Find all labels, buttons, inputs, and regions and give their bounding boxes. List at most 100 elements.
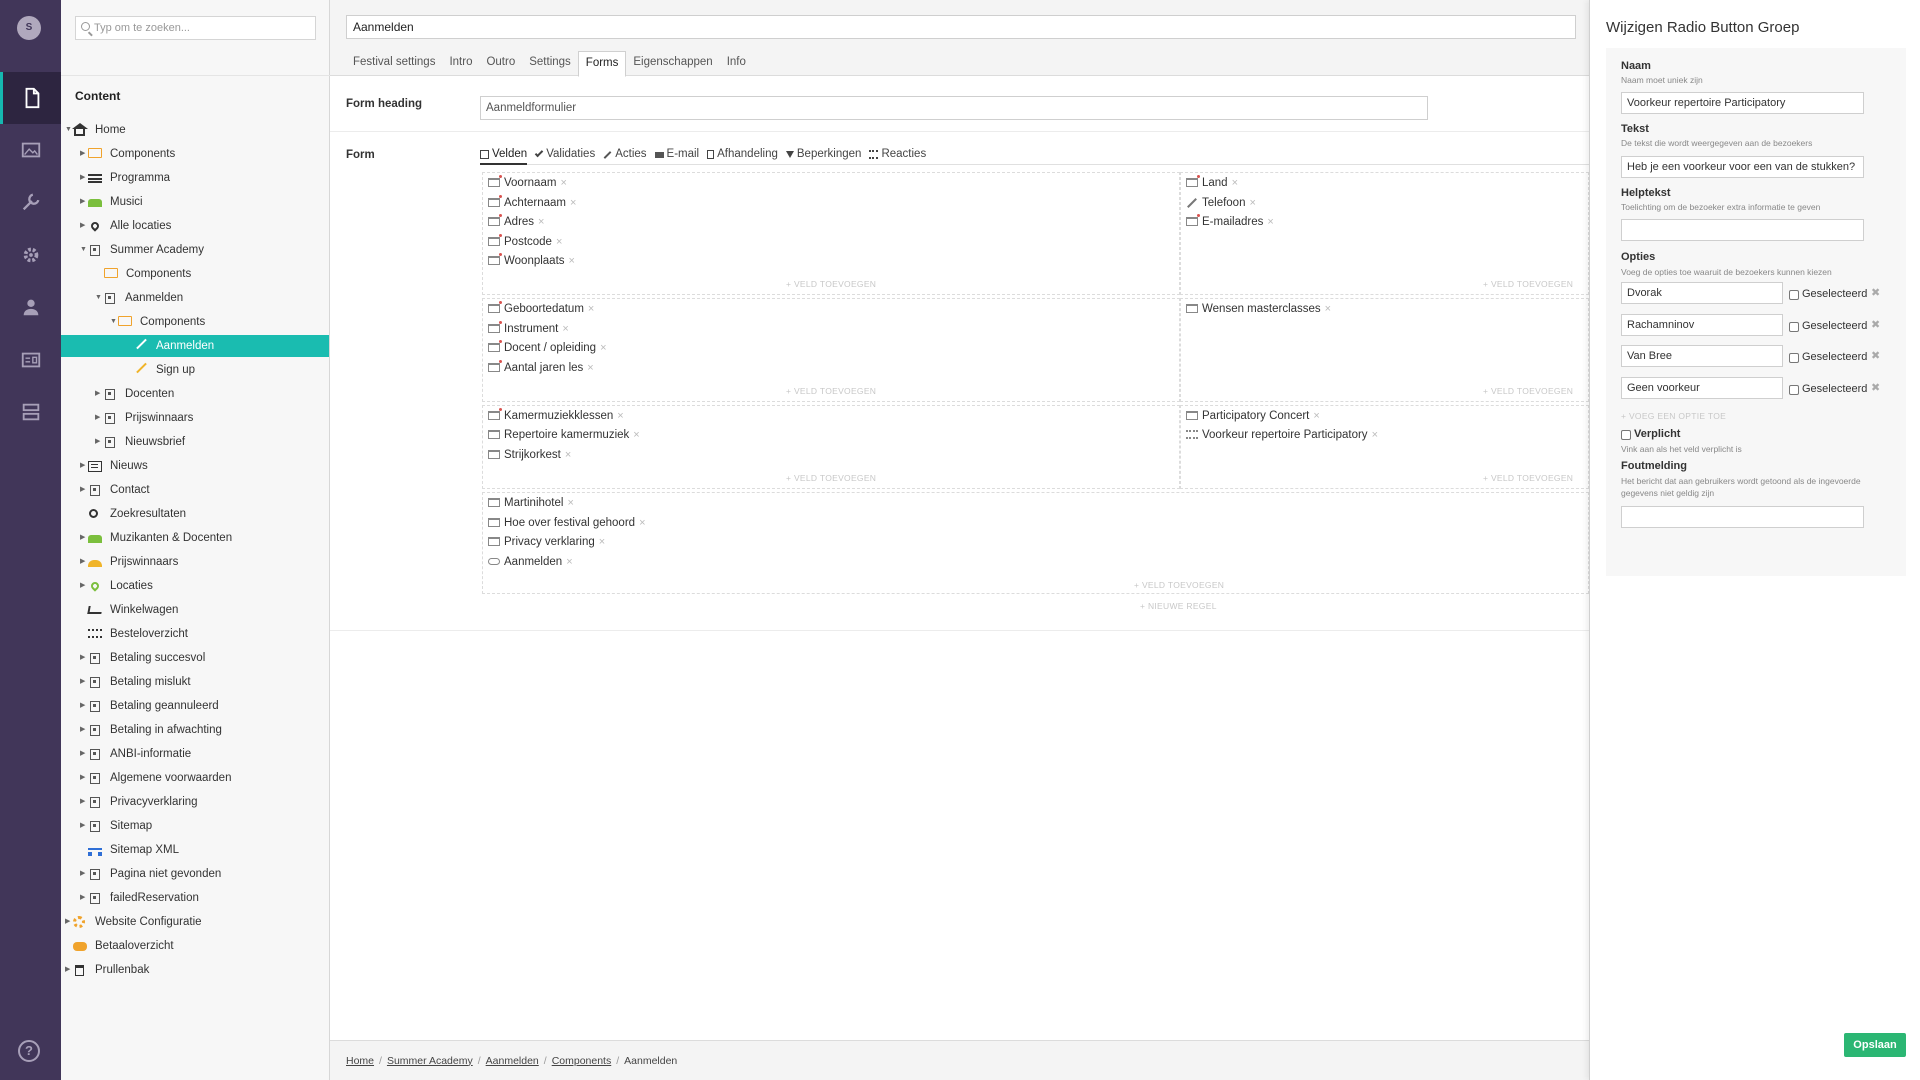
tree-item-programma[interactable]: ▶ Programma	[80, 167, 170, 189]
field-strijkorkest[interactable]: Strijkorkest ×	[488, 446, 571, 464]
tab-intro[interactable]: Intro	[442, 51, 479, 76]
field-adres[interactable]: Adres ×	[488, 213, 544, 231]
remove-option-icon[interactable]: ✖	[1871, 349, 1880, 362]
option-input[interactable]: Rachamninov	[1621, 314, 1783, 336]
tree-item-aanmelden[interactable]: ▼ Aanmelden	[95, 287, 183, 309]
field-aanmelden-button[interactable]: Aanmelden ×	[488, 553, 573, 571]
field-voornaam[interactable]: Voornaam ×	[488, 174, 567, 192]
remove-icon[interactable]: ×	[1372, 429, 1378, 441]
add-field-button[interactable]: + VELD TOEVOEGEN	[1483, 473, 1573, 483]
tree-item-home[interactable]: ▼ Home	[65, 119, 126, 141]
field-participatory-concert[interactable]: Participatory Concert ×	[1186, 407, 1320, 425]
tab-info[interactable]: Info	[720, 51, 753, 76]
tab-outro[interactable]: Outro	[479, 51, 522, 76]
tree-item-sitemap[interactable]: ▶ Sitemap	[80, 815, 152, 837]
remove-icon[interactable]: ×	[538, 216, 544, 228]
field-wensen-masterclasses[interactable]: Wensen masterclasses ×	[1186, 300, 1331, 318]
section-users[interactable]	[0, 281, 61, 333]
form-tab-beperkingen[interactable]: Beperkingen	[785, 147, 861, 165]
field-martinihotel[interactable]: Martinihotel ×	[488, 494, 574, 512]
add-field-button[interactable]: + VELD TOEVOEGEN	[1134, 580, 1224, 590]
tree-item-betaaloverzicht[interactable]: Betaaloverzicht	[73, 935, 174, 957]
remove-icon[interactable]: ×	[599, 536, 605, 548]
field-achternaam[interactable]: Achternaam ×	[488, 194, 576, 212]
remove-option-icon[interactable]: ✖	[1871, 318, 1880, 331]
tekst-input[interactable]: Heb je een voorkeur voor een van de stuk…	[1621, 156, 1864, 178]
tree-item-algemene-voorwaarden[interactable]: ▶ Algemene voorwaarden	[80, 767, 231, 789]
section-developer[interactable]	[0, 229, 61, 281]
tree-item-anbi-informatie[interactable]: ▶ ANBI-informatie	[80, 743, 191, 765]
form-tab-afhandeling[interactable]: Afhandeling	[707, 147, 778, 165]
form-tab-validaties[interactable]: Validaties	[534, 147, 595, 165]
form-tab-acties[interactable]: Acties	[603, 147, 647, 165]
add-field-button[interactable]: + VELD TOEVOEGEN	[1483, 386, 1573, 396]
add-field-button[interactable]: + VELD TOEVOEGEN	[786, 386, 876, 396]
tree-item-sign-up[interactable]: Sign up	[135, 359, 195, 381]
breadcrumb-components[interactable]: Components	[552, 1055, 612, 1067]
option-selected-checkbox[interactable]	[1789, 353, 1799, 363]
remove-icon[interactable]: ×	[588, 303, 594, 315]
remove-icon[interactable]: ×	[569, 255, 575, 267]
remove-option-icon[interactable]: ✖	[1871, 286, 1880, 299]
tree-item-betaling-succesvol[interactable]: ▶ Betaling succesvol	[80, 647, 205, 669]
tab-forms[interactable]: Forms	[577, 51, 627, 77]
option-input[interactable]: Van Bree	[1621, 345, 1783, 367]
option-selected-checkbox[interactable]	[1789, 385, 1799, 395]
field-telefoon[interactable]: Telefoon ×	[1186, 194, 1256, 212]
remove-icon[interactable]: ×	[1232, 177, 1238, 189]
remove-icon[interactable]: ×	[1313, 410, 1319, 422]
option-input[interactable]: Dvorak	[1621, 282, 1783, 304]
breadcrumb-summer-academy[interactable]: Summer Academy	[387, 1055, 473, 1067]
tree-item-summer-academy[interactable]: ▼ Summer Academy	[80, 239, 204, 261]
tree-item-contact[interactable]: ▶ Contact	[80, 479, 150, 501]
field-emailadres[interactable]: E-mailadres ×	[1186, 213, 1274, 231]
tree-item-failed-reservation[interactable]: ▶ failedReservation	[80, 887, 199, 909]
remove-icon[interactable]: ×	[600, 342, 606, 354]
tree-item-sitemap-xml[interactable]: Sitemap XML	[88, 839, 179, 861]
remove-icon[interactable]: ×	[567, 497, 573, 509]
section-content[interactable]	[0, 72, 61, 124]
remove-icon[interactable]: ×	[617, 410, 623, 422]
remove-icon[interactable]: ×	[570, 197, 576, 209]
form-tab-reacties[interactable]: Reacties	[869, 147, 926, 165]
foutmelding-input[interactable]	[1621, 506, 1864, 528]
option-selected-checkbox[interactable]	[1789, 290, 1799, 300]
tree-item-prijswinnaars-2[interactable]: ▶ Prijswinnaars	[80, 551, 178, 573]
field-voorkeur-repertoire-participatory[interactable]: Voorkeur repertoire Participatory ×	[1186, 426, 1378, 444]
tab-festival-settings[interactable]: Festival settings	[346, 51, 442, 76]
field-geboortedatum[interactable]: Geboortedatum ×	[488, 300, 594, 318]
remove-icon[interactable]: ×	[566, 556, 572, 568]
tree-item-betaling-in-afwachting[interactable]: ▶ Betaling in afwachting	[80, 719, 222, 741]
tree-item-alle-locaties[interactable]: ▶ Alle locaties	[80, 215, 171, 237]
tree-item-components[interactable]: ▶ Components	[80, 143, 175, 165]
help-icon[interactable]: ?	[18, 1040, 40, 1062]
form-tab-email[interactable]: E-mail	[654, 147, 699, 165]
tree-item-prijswinnaars[interactable]: ▶ Prijswinnaars	[95, 407, 193, 429]
remove-icon[interactable]: ×	[562, 323, 568, 335]
tree-item-betaling-geannuleerd[interactable]: ▶ Betaling geannuleerd	[80, 695, 219, 717]
remove-icon[interactable]: ×	[639, 517, 645, 529]
tree-item-musici[interactable]: ▶ Musici	[80, 191, 143, 213]
field-postcode[interactable]: Postcode ×	[488, 233, 562, 251]
section-settings[interactable]	[0, 176, 61, 228]
tab-eigenschappen[interactable]: Eigenschappen	[626, 51, 719, 76]
breadcrumb-aanmelden[interactable]: Aanmelden	[486, 1055, 539, 1067]
tree-item-zoekresultaten[interactable]: Zoekresultaten	[88, 503, 186, 525]
section-forms[interactable]	[0, 386, 61, 438]
remove-icon[interactable]: ×	[1325, 303, 1331, 315]
section-media[interactable]	[0, 124, 61, 176]
verplicht-checkbox[interactable]	[1621, 430, 1631, 440]
add-field-button[interactable]: + VELD TOEVOEGEN	[786, 473, 876, 483]
tree-item-components-3[interactable]: ▼ Components	[110, 311, 205, 333]
user-avatar[interactable]: S	[17, 16, 41, 40]
remove-icon[interactable]: ×	[1249, 197, 1255, 209]
tree-item-privacyverklaring[interactable]: ▶ Privacyverklaring	[80, 791, 198, 813]
field-aantal-jaren-les[interactable]: Aantal jaren les ×	[488, 359, 594, 377]
add-field-button[interactable]: + VELD TOEVOEGEN	[786, 279, 876, 289]
tree-item-docenten[interactable]: ▶ Docenten	[95, 383, 174, 405]
field-kamermuziekklessen[interactable]: Kamermuziekklessen ×	[488, 407, 624, 425]
form-heading-input[interactable]: Aanmeldformulier	[480, 96, 1428, 120]
node-name-input[interactable]: Aanmelden	[346, 15, 1576, 39]
tree-item-components-2[interactable]: Components	[104, 263, 191, 285]
option-selected-checkbox[interactable]	[1789, 322, 1799, 332]
